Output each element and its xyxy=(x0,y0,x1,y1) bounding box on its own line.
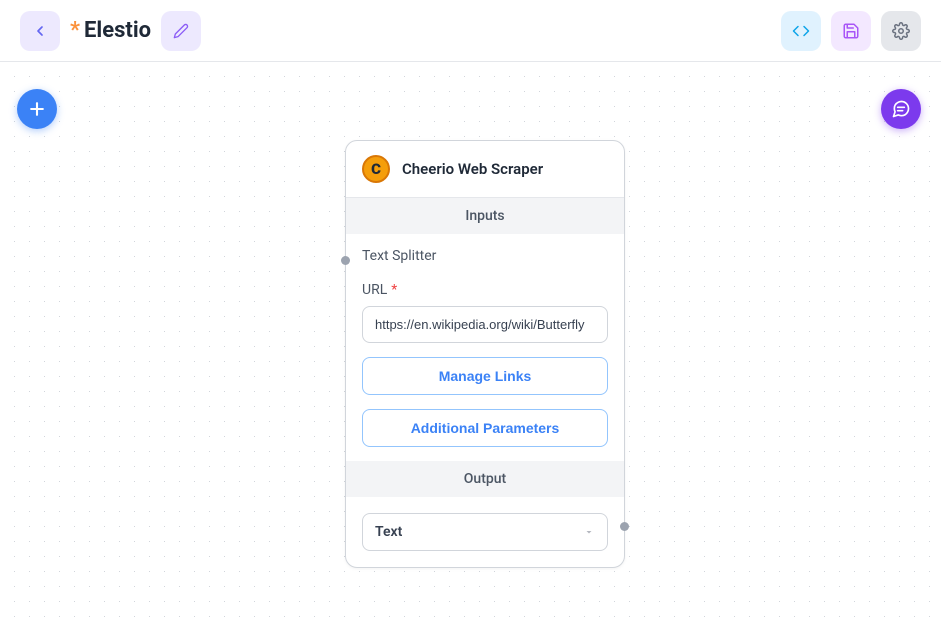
modified-indicator: * xyxy=(70,18,80,43)
url-input[interactable] xyxy=(362,306,608,343)
canvas[interactable]: C Cheerio Web Scraper Inputs Text Splitt… xyxy=(0,62,941,623)
url-label-text: URL xyxy=(362,282,387,298)
code-icon xyxy=(792,22,810,40)
header-right xyxy=(781,11,921,51)
additional-params-button[interactable]: Additional Parameters xyxy=(362,409,608,447)
node-inputs-body: Text Splitter URL * Manage Links Additio… xyxy=(346,234,624,461)
save-button[interactable] xyxy=(831,11,871,51)
save-icon xyxy=(842,22,860,40)
node-title: Cheerio Web Scraper xyxy=(402,160,543,178)
node-cheerio-scraper[interactable]: C Cheerio Web Scraper Inputs Text Splitt… xyxy=(345,140,625,568)
add-node-button[interactable] xyxy=(17,89,57,129)
node-output-body: Text xyxy=(346,497,624,567)
chevron-down-icon xyxy=(583,526,595,538)
settings-button[interactable] xyxy=(881,11,921,51)
back-button[interactable] xyxy=(20,11,60,51)
input-port[interactable] xyxy=(341,256,350,265)
output-select-value: Text xyxy=(375,524,402,540)
code-button[interactable] xyxy=(781,11,821,51)
header-left: * Elestio xyxy=(20,11,201,51)
output-section-label: Output xyxy=(346,461,624,497)
header: * Elestio xyxy=(0,0,941,62)
inputs-section-label: Inputs xyxy=(346,198,624,234)
manage-links-button[interactable]: Manage Links xyxy=(362,357,608,395)
pencil-icon xyxy=(173,23,189,39)
chat-icon xyxy=(891,99,911,119)
output-port[interactable] xyxy=(620,522,629,531)
url-field-label: URL * xyxy=(362,282,608,298)
plus-icon xyxy=(27,99,47,119)
chevron-left-icon xyxy=(32,23,48,39)
page-title: Elestio xyxy=(84,18,151,43)
node-header[interactable]: C Cheerio Web Scraper xyxy=(346,141,624,198)
edit-button[interactable] xyxy=(161,11,201,51)
gear-icon xyxy=(892,22,910,40)
output-select[interactable]: Text xyxy=(362,513,608,551)
text-splitter-label: Text Splitter xyxy=(362,248,608,264)
chat-button[interactable] xyxy=(881,89,921,129)
required-indicator: * xyxy=(391,282,397,298)
cheerio-icon: C xyxy=(362,155,390,183)
title-wrap: * Elestio xyxy=(70,18,151,43)
